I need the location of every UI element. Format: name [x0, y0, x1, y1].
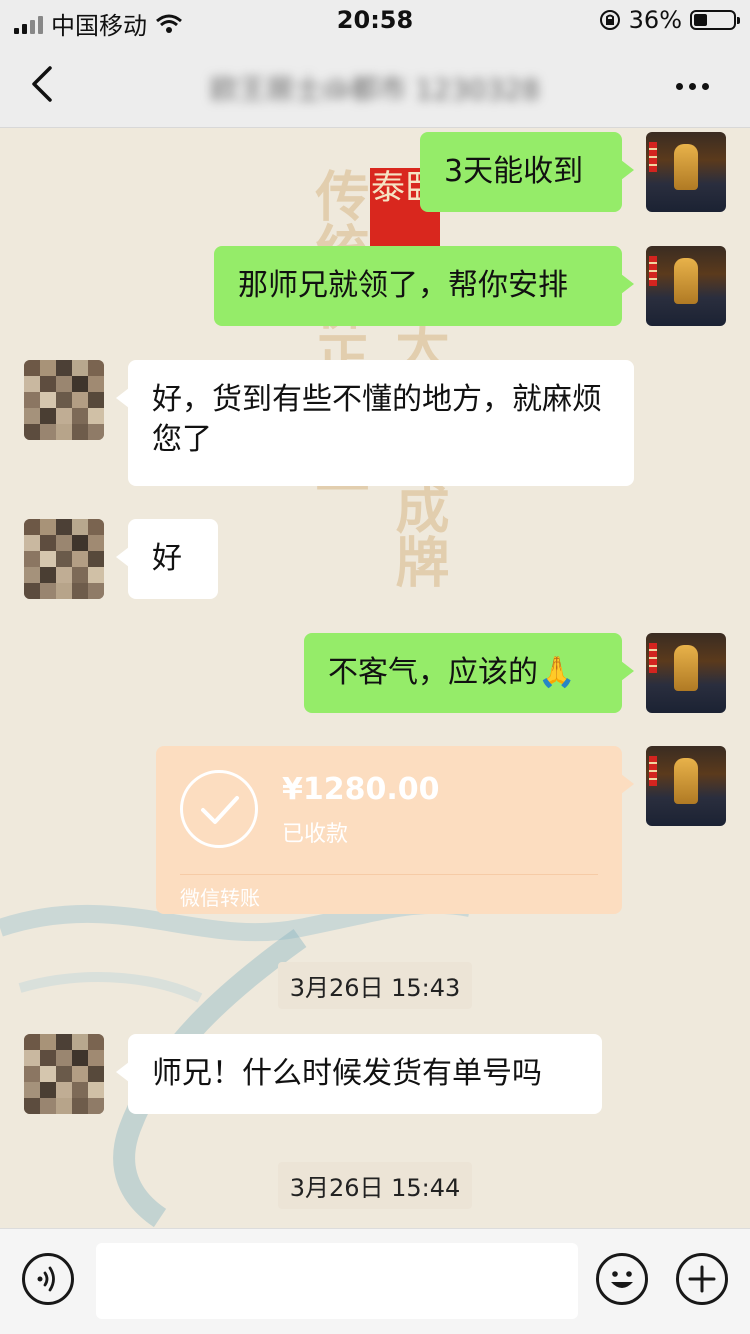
check-circle-icon — [180, 770, 258, 848]
chat-title: 欧王居士@都市 1230328 — [210, 73, 540, 100]
contact-avatar[interactable] — [24, 360, 104, 440]
timestamp: 3月26日 15:44 — [0, 1162, 750, 1209]
message-input[interactable] — [96, 1243, 578, 1319]
more-button[interactable] — [676, 68, 716, 104]
battery-icon — [690, 10, 740, 30]
plus-icon — [688, 1265, 716, 1293]
contact-avatar[interactable] — [24, 1034, 104, 1114]
contact-avatar[interactable] — [24, 519, 104, 599]
status-right: 36% — [599, 6, 740, 34]
message-bubble-in[interactable]: 好，货到有些不懂的地方，就麻烦您了 — [116, 360, 634, 486]
timestamp-label: 3月26日 15:44 — [277, 1162, 473, 1209]
nav-bar: 欧王居士@都市 1230328 — [0, 42, 750, 128]
emoji-button[interactable] — [596, 1253, 648, 1305]
status-bar: 中国移动 20:58 36% — [0, 0, 750, 42]
self-avatar[interactable] — [646, 633, 726, 713]
self-avatar[interactable] — [646, 246, 726, 326]
self-avatar[interactable] — [646, 746, 726, 826]
more-dot-icon — [676, 82, 683, 90]
message-bubble-out[interactable]: 不客气，应该的🙏 — [304, 633, 634, 713]
transfer-divider — [180, 874, 598, 875]
transfer-status: 已收款 — [282, 822, 349, 847]
message-bubble-out[interactable]: 那师兄就领了，帮你安排 — [214, 246, 634, 326]
message-bubble-out[interactable]: 3天能收到 — [420, 132, 634, 212]
chat-area: 3天能收到 那师兄就领了，帮你安排 好，货到有些不懂的地方，就麻烦您了 好 不客… — [0, 128, 750, 1228]
emoji-icon — [611, 1271, 633, 1288]
transfer-card[interactable]: ¥1280.00 已收款 微信转账 — [156, 746, 634, 914]
rotation-lock-icon — [599, 10, 620, 30]
voice-button[interactable] — [22, 1253, 74, 1305]
self-avatar[interactable] — [646, 132, 726, 212]
more-dot-icon — [702, 82, 709, 90]
plus-button[interactable] — [676, 1253, 728, 1305]
battery-percent: 36% — [628, 6, 682, 34]
input-bar — [0, 1228, 750, 1334]
voice-icon — [37, 1266, 55, 1292]
timestamp: 3月26日 15:43 — [0, 962, 750, 1009]
transfer-footer: 微信转账 — [180, 886, 260, 910]
timestamp-label: 3月26日 15:43 — [277, 962, 473, 1009]
more-dot-icon — [689, 82, 696, 90]
back-icon[interactable] — [24, 64, 64, 104]
transfer-amount: ¥1280.00 — [282, 772, 440, 807]
message-bubble-in[interactable]: 好 — [116, 519, 218, 599]
message-bubble-in[interactable]: 师兄！什么时候发货有单号吗 — [116, 1034, 602, 1114]
